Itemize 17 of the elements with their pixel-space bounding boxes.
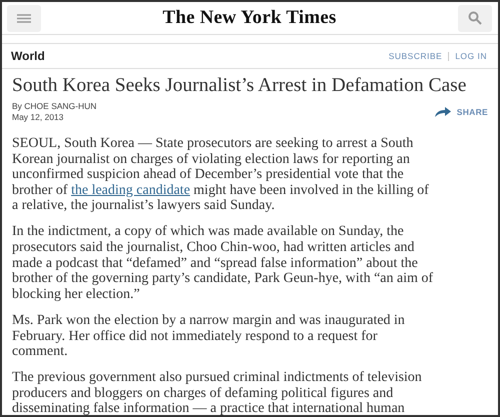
byline: By CHOE SANG-HUN — [12, 101, 97, 112]
inline-link[interactable]: the leading candidate — [71, 182, 190, 198]
article-headline: South Korea Seeks Journalist’s Arrest in Defamation Case — [12, 75, 468, 97]
article-paragraph: In the indictment, a copy of which was made available on Sunday, the prosecutors said the journalist, Choo Chin-woo, had written articles and made a podcast that “defamed” and “spread false information” about the brother of the governing party’s candidate, Park Geun-hye, with “an aim of blocking her election.” — [12, 224, 434, 302]
share-link[interactable]: SHARE — [434, 107, 488, 117]
publish-date: May 12, 2013 — [12, 112, 65, 123]
newspaper-logo[interactable]: The New York Times — [162, 7, 336, 29]
search-button[interactable] — [458, 4, 492, 32]
menu-button[interactable] — [7, 4, 41, 32]
menu-icon — [17, 14, 31, 22]
article-paragraph: Ms. Park won the election by a narrow margin and was inaugurated in February. Her office did not immediately respond to a request for comment. — [12, 312, 406, 360]
article-paragraph: SEOUL, South Korea — State prosecutors are seeking to arrest a South Korean journalist on charges of violating election laws for reporting an unconfirmed suspicion ahead of December’s presidential vote that the brother of the leading candidate might have been involved in the killing of a relative, the journalist’s lawyers said Sunday. — [12, 136, 430, 214]
header-link[interactable]: LOG IN — [455, 51, 487, 61]
section-title: World — [11, 49, 45, 63]
search-icon — [468, 11, 482, 25]
share-arrow-icon — [434, 107, 451, 117]
header-link[interactable]: SUBSCRIBE — [388, 51, 442, 61]
